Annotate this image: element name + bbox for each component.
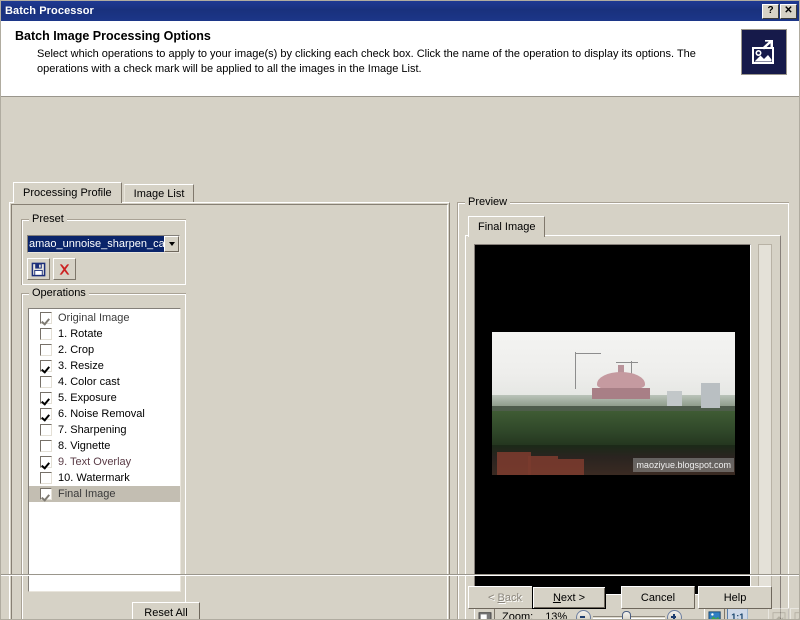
- dialog-body: Processing Profile Image List Preset ama…: [1, 97, 799, 619]
- next-button[interactable]: Next >: [532, 586, 606, 609]
- operation-row[interactable]: 5. Exposure: [29, 390, 180, 406]
- operation-row[interactable]: 9. Text Overlay: [29, 454, 180, 470]
- preview-group-label: Preview: [465, 196, 511, 208]
- red-x-icon: [59, 263, 70, 275]
- batch-processor-window: Batch Processor ? ✕ Batch Image Processi…: [0, 0, 800, 620]
- window-title: Batch Processor: [5, 5, 94, 17]
- operation-row[interactable]: Final Image: [29, 486, 180, 502]
- preview-vertical-scrollbar[interactable]: [758, 244, 772, 595]
- operation-row[interactable]: 8. Vignette: [29, 438, 180, 454]
- next-button-label: Next >: [552, 591, 586, 604]
- operation-checkbox: [40, 312, 52, 324]
- operation-label: 2. Crop: [58, 344, 95, 356]
- operation-label: 4. Color cast: [58, 376, 120, 388]
- preview-group: Preview Final Image maoziyue.blogspot.co…: [457, 196, 799, 619]
- save-preset-button[interactable]: [27, 258, 50, 280]
- image-export-icon: [741, 29, 787, 75]
- operation-label: 1. Rotate: [58, 328, 103, 340]
- operation-label: 3. Resize: [58, 360, 104, 372]
- operation-checkbox[interactable]: [40, 408, 52, 420]
- building-tower: [589, 364, 652, 400]
- operation-row[interactable]: 10. Watermark: [29, 470, 180, 486]
- operation-label: 6. Noise Removal: [58, 408, 145, 420]
- watermark-text: maoziyue.blogspot.com: [633, 458, 734, 472]
- help-button-label: Help: [723, 591, 747, 604]
- title-bar: Batch Processor ? ✕: [1, 1, 799, 21]
- preset-selected-value: amao_unnoise_sharpen_cano: [28, 236, 164, 252]
- preview-photo: maoziyue.blogspot.com: [492, 332, 735, 475]
- help-button[interactable]: Help: [698, 586, 772, 609]
- operation-label: 10. Watermark: [58, 472, 130, 484]
- operations-list[interactable]: Original Image 1. Rotate 2. Crop 3. Resize 4…: [28, 308, 181, 592]
- titlebar-help-button[interactable]: ?: [762, 3, 779, 19]
- operation-checkbox[interactable]: [40, 392, 52, 404]
- back-button[interactable]: < Back: [468, 586, 542, 609]
- operation-label: 9. Text Overlay: [58, 456, 132, 468]
- dialog-footer: < Back Next > Cancel Help: [1, 574, 799, 619]
- operation-row[interactable]: 3. Resize: [29, 358, 180, 374]
- operation-label: 8. Vignette: [58, 440, 111, 452]
- operation-row[interactable]: 1. Rotate: [29, 326, 180, 342]
- preset-group: Preset amao_unnoise_sharpen_cano: [21, 213, 186, 285]
- tab-processing-profile-label: Processing Profile: [23, 187, 112, 199]
- titlebar-close-button[interactable]: ✕: [780, 3, 797, 19]
- delete-preset-button[interactable]: [53, 258, 76, 280]
- cancel-button-label: Cancel: [640, 591, 676, 604]
- operation-label: 5. Exposure: [58, 392, 117, 404]
- operation-row[interactable]: 2. Crop: [29, 342, 180, 358]
- operation-checkbox: [40, 488, 52, 500]
- operation-checkbox[interactable]: [40, 376, 52, 388]
- page-description: Select which operations to apply to your…: [37, 48, 696, 75]
- tab-image-list-label: Image List: [133, 187, 185, 200]
- back-button-label: < Back: [488, 591, 522, 604]
- chevron-down-icon[interactable]: [164, 236, 179, 252]
- operation-row[interactable]: 6. Noise Removal: [29, 406, 180, 422]
- operation-checkbox[interactable]: [40, 472, 52, 484]
- page-title: Batch Image Processing Options: [15, 29, 211, 43]
- tab-processing-profile[interactable]: Processing Profile: [13, 182, 122, 203]
- operation-row[interactable]: Original Image: [29, 310, 180, 326]
- preview-page: maoziyue.blogspot.com Zoom: 13% 1:1: [465, 235, 799, 619]
- operation-row[interactable]: 7. Sharpening: [29, 422, 180, 438]
- operation-row[interactable]: 4. Color cast: [29, 374, 180, 390]
- preview-canvas[interactable]: maoziyue.blogspot.com: [474, 244, 751, 595]
- operation-checkbox[interactable]: [40, 456, 52, 468]
- operation-label: 7. Sharpening: [58, 424, 127, 436]
- preset-combobox[interactable]: amao_unnoise_sharpen_cano: [27, 235, 180, 253]
- operation-checkbox[interactable]: [40, 360, 52, 372]
- tab-image-list[interactable]: Image List: [123, 184, 195, 202]
- header-band: Batch Image Processing Options Select wh…: [1, 21, 799, 97]
- tab-final-image[interactable]: Final Image: [468, 216, 546, 237]
- cancel-button[interactable]: Cancel: [621, 586, 695, 609]
- header-text-block: Batch Image Processing Options Select wh…: [15, 27, 735, 77]
- tab-final-image-label: Final Image: [478, 221, 536, 233]
- floppy-disk-icon: [31, 262, 46, 276]
- operation-checkbox[interactable]: [40, 440, 52, 452]
- preset-group-label: Preset: [29, 213, 67, 225]
- operations-group: Operations Original Image 1. Rotate 2. Cro…: [21, 287, 200, 619]
- operation-checkbox[interactable]: [40, 344, 52, 356]
- preview-tab-strip: Final Image: [468, 216, 546, 237]
- operation-label: Original Image: [58, 312, 130, 324]
- tab-strip: Processing Profile Image List: [13, 182, 195, 203]
- operation-label: Final Image: [58, 488, 116, 500]
- operation-checkbox[interactable]: [40, 328, 52, 340]
- operation-checkbox[interactable]: [40, 424, 52, 436]
- operations-group-label: Operations: [29, 287, 89, 299]
